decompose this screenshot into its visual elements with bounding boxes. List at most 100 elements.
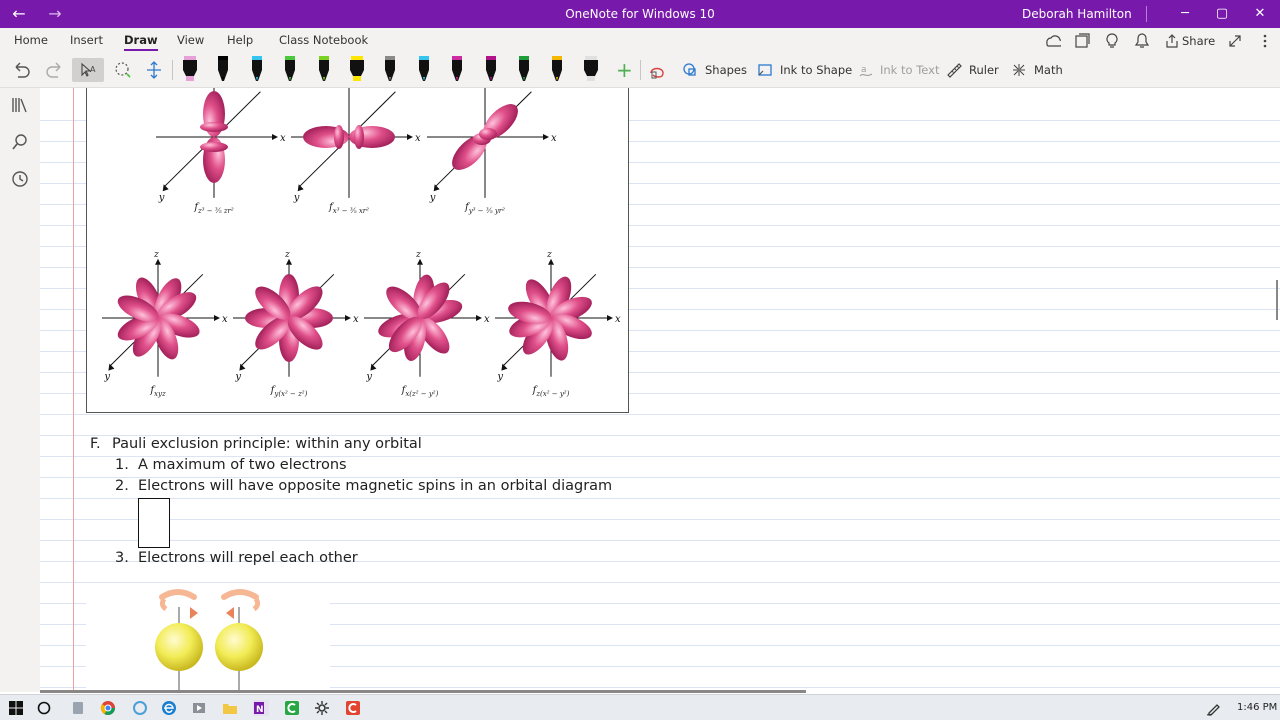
search-icon[interactable] xyxy=(9,131,31,153)
axis-label-y: y xyxy=(496,372,503,383)
ink-to-shape-icon[interactable] xyxy=(756,58,774,82)
note-page[interactable]: x y fz³ − ⅗ zr² x y fx³ − ⅗ xr² x y fy³ − ⅗ yr² x… xyxy=(40,88,1280,692)
undo-icon[interactable] xyxy=(10,58,32,82)
orbital-7: x y z fz(x² − y²) xyxy=(495,250,621,398)
more-options-icon[interactable] xyxy=(1256,32,1274,50)
highlighter-icon[interactable] xyxy=(581,55,601,85)
outline-heading-f[interactable]: Pauli exclusion principle: within any or… xyxy=(112,436,422,452)
electron-spin-diagram xyxy=(155,589,263,692)
pen-icon[interactable] xyxy=(380,55,400,85)
onenote-taskbar-icon[interactable]: N xyxy=(252,699,270,717)
cursor-text-icon: A xyxy=(81,62,96,77)
lasso-select-icon[interactable] xyxy=(110,58,134,82)
bell-icon[interactable] xyxy=(1133,32,1151,50)
axis-label-x: x xyxy=(280,133,286,144)
maximize-button[interactable]: ▢ xyxy=(1211,3,1233,25)
tab-view[interactable]: View xyxy=(177,33,204,47)
app-pinned-icon[interactable] xyxy=(131,699,149,717)
camtasia-icon[interactable] xyxy=(283,699,301,717)
math-icon[interactable] xyxy=(1010,58,1028,82)
tab-class-notebook[interactable]: Class Notebook xyxy=(279,33,368,47)
pen-workspace-icon[interactable] xyxy=(1205,699,1223,717)
taskbar-clock[interactable]: 1:46 PM xyxy=(1237,702,1277,713)
app-pinned-icon[interactable] xyxy=(69,699,87,717)
math-button[interactable]: Math xyxy=(1034,63,1063,77)
file-explorer-icon[interactable] xyxy=(221,699,239,717)
type-select-tool[interactable]: A xyxy=(72,58,104,82)
pen-icon[interactable] xyxy=(414,55,434,85)
vertical-scrollbar[interactable] xyxy=(1276,280,1278,320)
tab-insert[interactable]: Insert xyxy=(70,33,103,47)
highlighter-icon[interactable] xyxy=(180,55,200,85)
shapes-button[interactable]: Shapes xyxy=(705,63,747,77)
svg-text:N: N xyxy=(256,705,264,715)
chrome-icon[interactable] xyxy=(99,699,117,717)
orbital-6: x y z fx(z² − y²) xyxy=(364,250,490,398)
axis-label-x: x xyxy=(415,133,421,144)
pen-icon[interactable] xyxy=(547,55,567,85)
add-pen-icon[interactable]: + xyxy=(612,58,634,82)
electron-spin-image[interactable] xyxy=(86,583,330,692)
pen-icon[interactable] xyxy=(247,55,267,85)
pen-icon[interactable] xyxy=(280,55,300,85)
orbital-2: x y fx³ − ⅗ xr² xyxy=(291,88,421,215)
tab-home[interactable]: Home xyxy=(14,33,48,47)
draw-ribbon: A + Shapes Ink to Shape a Ink to Text Ru… xyxy=(0,52,1280,88)
highlighter-icon[interactable] xyxy=(347,55,367,85)
cortana-circle-icon[interactable] xyxy=(35,699,53,717)
list-number: 2. xyxy=(115,478,129,494)
orbital-diagram-box[interactable] xyxy=(138,498,170,548)
axis-label-x: x xyxy=(484,314,490,325)
ink-to-text-button[interactable]: Ink to Text xyxy=(880,63,939,77)
list-item[interactable]: A maximum of two electrons xyxy=(138,457,347,473)
close-button[interactable]: ✕ xyxy=(1249,3,1271,25)
horizontal-scrollbar[interactable] xyxy=(40,690,806,693)
app-pinned-icon[interactable] xyxy=(190,699,208,717)
navigation-rail xyxy=(0,88,40,692)
sync-status-icon[interactable] xyxy=(1043,32,1061,50)
user-name[interactable]: Deborah Hamilton xyxy=(1022,7,1132,21)
share-icon[interactable] xyxy=(1163,32,1181,50)
lightbulb-icon[interactable] xyxy=(1103,32,1121,50)
windows-start-icon[interactable] xyxy=(7,699,25,717)
share-button[interactable]: Share xyxy=(1182,34,1215,48)
tab-help[interactable]: Help xyxy=(227,33,253,47)
pen-icon[interactable] xyxy=(481,55,501,85)
edge-icon[interactable] xyxy=(160,699,178,717)
svg-text:A: A xyxy=(90,65,96,74)
axis-label-x: x xyxy=(353,314,359,325)
page-view-icon[interactable] xyxy=(1073,32,1091,50)
pen-icon[interactable] xyxy=(514,55,534,85)
x-axis-arrow xyxy=(345,315,351,321)
notebooks-icon[interactable] xyxy=(9,94,31,116)
recent-clock-icon[interactable] xyxy=(9,168,31,190)
fullscreen-icon[interactable] xyxy=(1226,32,1244,50)
tab-draw[interactable]: Draw xyxy=(124,33,158,51)
shapes-icon[interactable] xyxy=(681,58,699,82)
ruler-icon[interactable] xyxy=(945,58,963,82)
ink-to-text-icon[interactable]: a xyxy=(857,58,875,82)
redo-icon[interactable] xyxy=(44,58,66,82)
orbital-label: fxyz xyxy=(149,385,166,398)
f-orbital-figure[interactable]: x y fz³ − ⅗ zr² x y fx³ − ⅗ xr² x y fy³ − ⅗ yr² x… xyxy=(86,88,629,413)
axis-label-y: y xyxy=(158,192,165,203)
add-space-icon[interactable] xyxy=(142,58,166,82)
axis-label-y: y xyxy=(293,192,300,203)
settings-gear-icon[interactable] xyxy=(313,699,331,717)
recorder-icon[interactable] xyxy=(344,699,362,717)
windows-taskbar: N 1:46 PM xyxy=(0,694,1280,720)
electron-left xyxy=(155,589,203,692)
orbital-3: x y fy³ − ⅗ yr² xyxy=(427,88,557,215)
pen-icon[interactable] xyxy=(314,55,334,85)
list-item[interactable]: Electrons will repel each other xyxy=(138,550,358,566)
electron-right xyxy=(215,589,263,692)
orbital-4: x y z fxyz xyxy=(102,250,228,398)
minimize-button[interactable]: ─ xyxy=(1174,3,1196,25)
ruler-button[interactable]: Ruler xyxy=(969,63,999,77)
pen-icon[interactable] xyxy=(447,55,467,85)
orbital-label: fz(x² − y²) xyxy=(532,385,570,398)
ink-to-shape-button[interactable]: Ink to Shape xyxy=(780,63,852,77)
list-item[interactable]: Electrons will have opposite magnetic sp… xyxy=(138,478,612,494)
lasso-pen-icon[interactable] xyxy=(646,58,668,82)
pen-icon[interactable] xyxy=(213,55,233,85)
